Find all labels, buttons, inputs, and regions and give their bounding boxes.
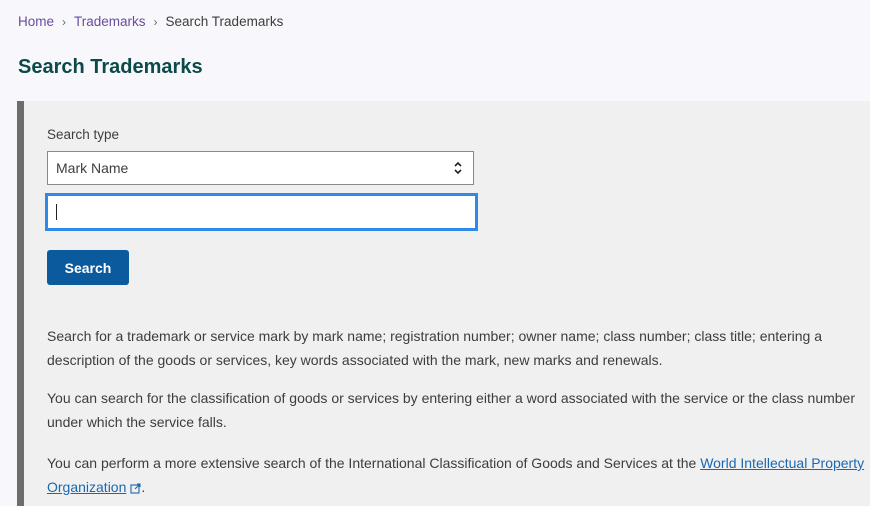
external-link-icon [130, 483, 141, 494]
search-input[interactable] [45, 193, 478, 231]
search-button[interactable]: Search [47, 250, 129, 285]
breadcrumb-trademarks[interactable]: Trademarks [74, 14, 146, 29]
info-paragraph-3-text: You can perform a more extensive search … [47, 455, 701, 471]
breadcrumb: Home › Trademarks › Search Trademarks [18, 14, 283, 29]
breadcrumb-current: Search Trademarks [165, 14, 284, 29]
info-paragraph-3-suffix: . [141, 479, 146, 495]
search-panel: Search type Mark Name Search Search for … [17, 101, 870, 506]
search-type-label: Search type [47, 127, 120, 142]
search-type-value: Mark Name [56, 160, 129, 176]
info-paragraph-2: You can search for the classification of… [47, 390, 856, 430]
chevron-right-icon: › [153, 14, 158, 29]
text-caret [56, 204, 57, 220]
chevron-up-down-icon [454, 161, 462, 175]
breadcrumb-home[interactable]: Home [18, 14, 54, 29]
info-paragraph-1: Search for a trademark or service mark b… [47, 328, 822, 368]
info-paragraph-3: You can perform a more extensive search … [47, 451, 867, 499]
chevron-right-icon: › [62, 14, 67, 29]
search-type-select[interactable]: Mark Name [47, 151, 474, 185]
page-title: Search Trademarks [18, 56, 203, 78]
